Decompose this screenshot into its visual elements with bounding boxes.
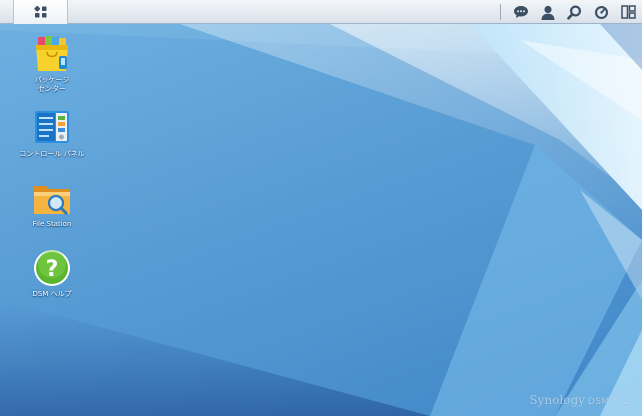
widgets-icon — [621, 5, 636, 19]
taskbar — [0, 0, 642, 24]
synology-watermark: Synology DSM 5.2 — [529, 393, 629, 407]
desktop[interactable]: パッケージ センター コントロール パネル File Station ? DSM… — [0, 0, 642, 416]
package-center-shortcut[interactable]: パッケージ センター — [7, 34, 97, 94]
tray-separator — [500, 4, 501, 20]
watermark-version: DSM 5.2 — [587, 397, 629, 407]
user-options-button[interactable] — [534, 0, 561, 24]
user-icon — [541, 5, 554, 20]
chat-icon — [513, 6, 528, 18]
package-center-label: パッケージ センター — [34, 76, 70, 93]
control-panel-icon — [35, 111, 69, 143]
svg-text:?: ? — [46, 257, 59, 282]
file-station-icon — [34, 186, 70, 215]
dsm-help-label: DSM ヘルプ — [32, 290, 72, 298]
file-station-shortcut[interactable]: File Station — [7, 178, 97, 229]
watermark-brand: Synology — [529, 393, 585, 407]
widgets-button[interactable] — [615, 0, 642, 24]
package-center-icon — [36, 36, 68, 71]
dashboard-gauge-icon — [595, 5, 608, 19]
file-station-label: File Station — [32, 220, 72, 228]
search-icon — [567, 4, 582, 20]
main-menu-button[interactable] — [13, 0, 68, 24]
control-panel-label: コントロール パネル — [19, 150, 85, 158]
resource-monitor-button[interactable] — [588, 0, 615, 24]
help-icon: ? — [34, 250, 70, 286]
system-tray — [500, 0, 642, 24]
notifications-button[interactable] — [507, 0, 534, 24]
dsm-help-shortcut[interactable]: ? DSM ヘルプ — [7, 248, 97, 299]
search-button[interactable] — [561, 0, 588, 24]
apps-grid-icon — [33, 6, 46, 18]
control-panel-shortcut[interactable]: コントロール パネル — [7, 108, 97, 159]
